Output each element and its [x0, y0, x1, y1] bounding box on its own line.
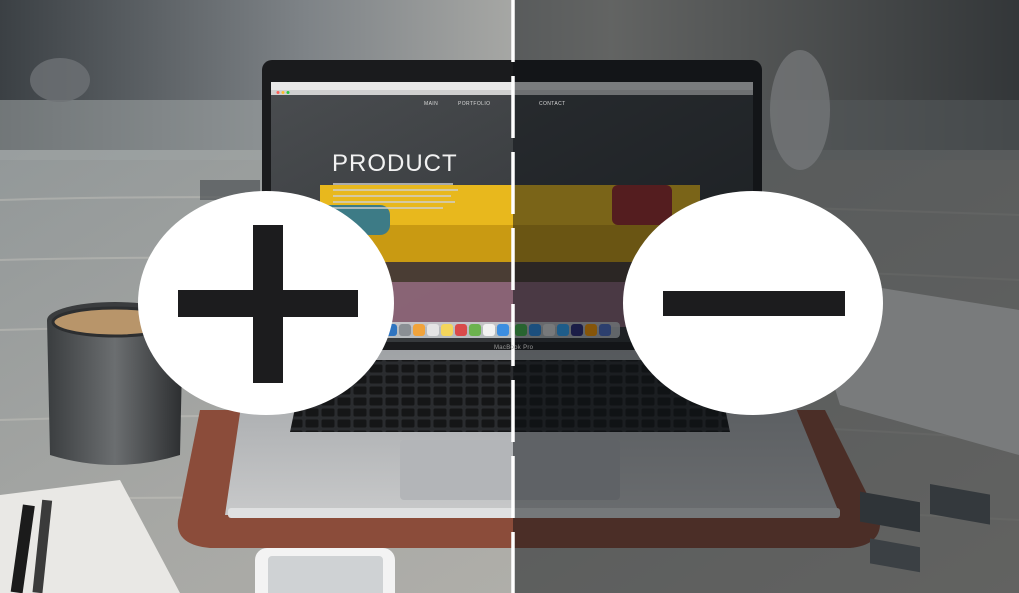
plus-vertical-bar [253, 225, 283, 383]
screen-nav-contact: CONTACT [539, 101, 566, 107]
screen-headline: PRODUCT [332, 150, 458, 177]
comparison-photo: PRODUCT MAIN PORTFOLIO CONTACT MacBook P… [0, 0, 1019, 593]
photo-scene [0, 0, 1019, 593]
blurred-jar [30, 58, 90, 102]
minus-symbol [623, 191, 883, 415]
phone [255, 548, 395, 593]
plus-symbol [138, 191, 394, 415]
laptop-brand-label: MacBook Pro [494, 345, 534, 351]
screen-nav-portfolio: PORTFOLIO [458, 101, 491, 107]
screen-nav-main: MAIN [424, 101, 439, 107]
minus-bar [663, 291, 845, 316]
